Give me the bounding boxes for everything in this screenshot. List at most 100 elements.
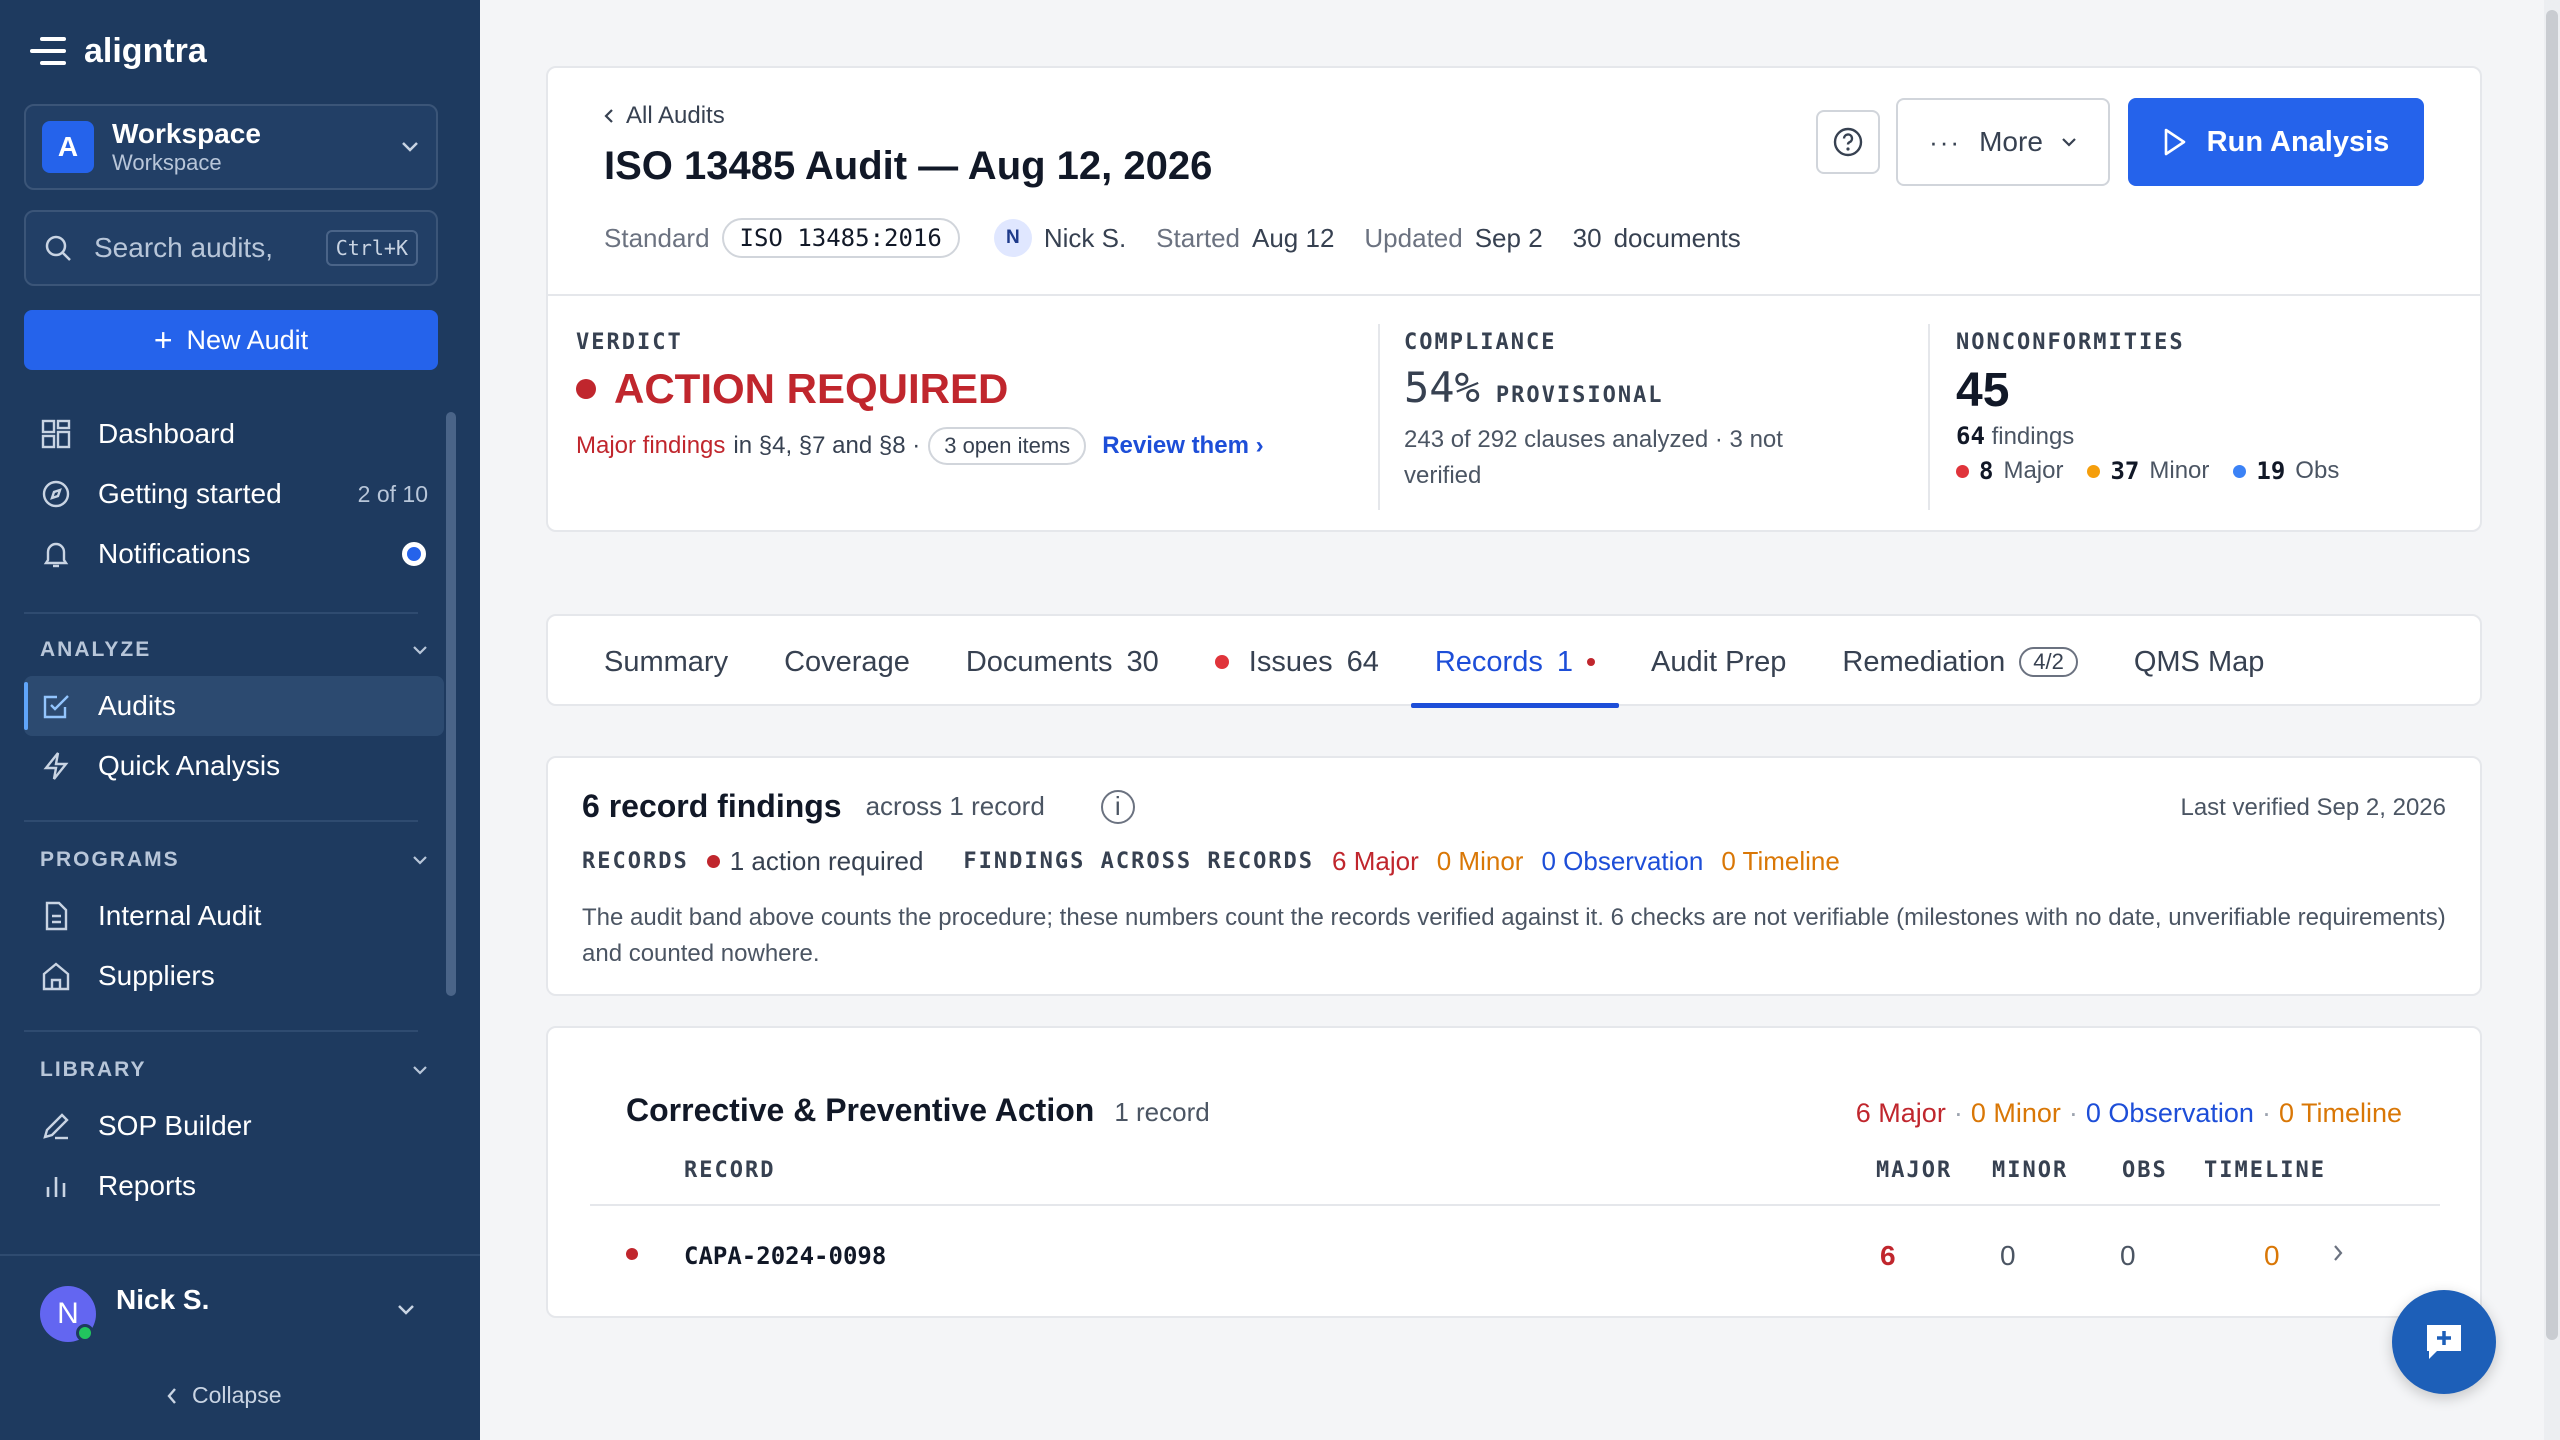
programs-section: PROGRAMS Internal Audit Suppliers bbox=[24, 840, 444, 1006]
programs-section-header[interactable]: PROGRAMS bbox=[24, 840, 444, 880]
nav-item-sop-builder[interactable]: SOP Builder bbox=[24, 1096, 444, 1156]
run-analysis-label: Run Analysis bbox=[2206, 125, 2390, 158]
analyze-section: ANALYZE Audits Quick Analysis bbox=[24, 630, 444, 796]
review-them-link[interactable]: Review them › bbox=[1102, 432, 1263, 460]
library-section-title: LIBRARY bbox=[40, 1058, 147, 1081]
online-status-dot bbox=[76, 1324, 94, 1342]
nav-label-dashboard: Dashboard bbox=[98, 418, 235, 449]
nav-label-reports: Reports bbox=[98, 1170, 197, 1201]
grid-icon bbox=[40, 418, 72, 450]
document-icon bbox=[40, 900, 72, 932]
owner-name: Nick S. bbox=[1043, 222, 1127, 253]
user-name: Nick S. bbox=[116, 1284, 210, 1315]
sidebar-scrollbar[interactable] bbox=[446, 412, 456, 996]
nav-label-notifications: Notifications bbox=[98, 538, 251, 569]
tab-count: 64 bbox=[1346, 645, 1379, 678]
tab-remediation[interactable]: Remediation 4/2 bbox=[1842, 616, 2078, 708]
search-placeholder: Search audits, bbox=[94, 232, 273, 263]
capa-timeline: 0 Timeline bbox=[2278, 1098, 2402, 1128]
tab-audit-prep[interactable]: Audit Prep bbox=[1651, 616, 1786, 708]
analyze-section-header[interactable]: ANALYZE bbox=[24, 630, 444, 670]
open-items-badge[interactable]: 3 open items bbox=[928, 427, 1087, 465]
findings-across-records-tag: FINDINGS ACROSS RECORDS bbox=[963, 849, 1315, 874]
tab-issues[interactable]: Issues 64 bbox=[1214, 616, 1379, 708]
verdict-sections: in §4, §7 and §8 · bbox=[733, 432, 921, 459]
nav-label-getting-started: Getting started bbox=[98, 478, 282, 509]
compliance-value: 54% bbox=[1404, 363, 1480, 412]
table-row[interactable]: CAPA-2024-0098 6 0 0 0 bbox=[590, 1206, 2440, 1302]
chevron-right-icon[interactable] bbox=[2332, 1244, 2344, 1262]
capa-minor: 0 Minor bbox=[1970, 1098, 2061, 1128]
bar-chart-icon bbox=[40, 1170, 72, 1202]
nav-label-quick-analysis: Quick Analysis bbox=[98, 750, 281, 781]
tab-summary[interactable]: Summary bbox=[604, 616, 728, 708]
tab-coverage[interactable]: Coverage bbox=[784, 616, 910, 708]
tab-qms-map[interactable]: QMS Map bbox=[2134, 616, 2265, 708]
search-icon bbox=[45, 235, 71, 261]
checkbox-edit-icon bbox=[40, 690, 72, 722]
nav-item-reports[interactable]: Reports bbox=[24, 1156, 444, 1216]
search-input[interactable]: Search audits, Ctrl+K bbox=[24, 210, 438, 286]
capa-title: Corrective & Preventive Action bbox=[626, 1092, 1095, 1128]
menu-lines-icon bbox=[30, 37, 66, 65]
collapse-label: Collapse bbox=[192, 1382, 282, 1408]
info-icon[interactable]: i bbox=[1100, 789, 1135, 824]
more-button[interactable]: ··· More bbox=[1896, 98, 2110, 186]
action-dot bbox=[706, 855, 720, 868]
nav-item-suppliers[interactable]: Suppliers bbox=[24, 946, 444, 1006]
nav-item-audits[interactable]: Audits bbox=[24, 676, 444, 736]
nav-item-dashboard[interactable]: Dashboard bbox=[24, 404, 444, 464]
nav-item-internal-audit[interactable]: Internal Audit bbox=[24, 886, 444, 946]
help-button[interactable] bbox=[1816, 110, 1880, 174]
nav-label-suppliers: Suppliers bbox=[98, 960, 215, 991]
breadcrumb[interactable]: All Audits bbox=[604, 102, 725, 130]
tab-records[interactable]: Records 1 bbox=[1410, 616, 1620, 708]
chevron-down-icon bbox=[413, 1066, 427, 1075]
verdict-panel: VERDICT ACTION REQUIRED Major findings i… bbox=[576, 330, 1264, 465]
sidebar-divider bbox=[24, 612, 418, 614]
tab-documents[interactable]: Documents 30 bbox=[966, 616, 1159, 708]
compliance-panel: COMPLIANCE 54% PROVISIONAL 243 of 292 cl… bbox=[1404, 330, 1864, 494]
major-label: Major bbox=[2003, 457, 2064, 484]
chat-button[interactable] bbox=[2392, 1290, 2496, 1394]
pen-icon bbox=[40, 1110, 72, 1142]
chevron-left-icon bbox=[167, 1387, 176, 1404]
library-section-header[interactable]: LIBRARY bbox=[24, 1050, 444, 1090]
timeline-findings-count: 0 Timeline bbox=[1721, 846, 1840, 876]
breadcrumb-all-audits[interactable]: All Audits bbox=[626, 102, 725, 130]
chevron-left-icon bbox=[604, 109, 613, 123]
observation-findings-count: 0 Observation bbox=[1541, 846, 1704, 876]
nav-item-notifications[interactable]: Notifications bbox=[24, 524, 444, 584]
collapse-sidebar-button[interactable]: Collapse bbox=[166, 1382, 282, 1409]
plus-icon: + bbox=[153, 322, 173, 358]
records-alert-dot bbox=[1587, 658, 1595, 666]
standard-badge: ISO 13485:2016 bbox=[721, 218, 960, 258]
nav-label-sop-builder: SOP Builder bbox=[98, 1110, 252, 1141]
workspace-title: Workspace bbox=[112, 118, 261, 149]
more-label: More bbox=[1979, 126, 2043, 157]
capa-major: 6 Major bbox=[1855, 1098, 1946, 1128]
capa-summary: 6 Major · 0 Minor · 0 Observation · 0 Ti… bbox=[1856, 1098, 2402, 1129]
user-menu[interactable]: N Nick S. Collapse bbox=[0, 1254, 480, 1440]
workspace-switcher[interactable]: A Workspace Workspace bbox=[24, 104, 438, 190]
major-findings-label: Major findings bbox=[576, 432, 726, 459]
new-audit-button[interactable]: + New Audit bbox=[24, 310, 438, 370]
run-analysis-button[interactable]: Run Analysis bbox=[2128, 98, 2424, 186]
sidebar: aligntra A Workspace Workspace Search au… bbox=[0, 0, 480, 1440]
verdict-label: VERDICT bbox=[576, 330, 683, 355]
column-header-major: MAJOR bbox=[1876, 1158, 1953, 1183]
sidebar-divider bbox=[24, 1030, 418, 1032]
obs-count: 19 bbox=[2256, 457, 2286, 485]
minor-findings-count: 0 Minor bbox=[1436, 846, 1524, 876]
stat-separator bbox=[1928, 324, 1930, 510]
record-id[interactable]: CAPA-2024-0098 bbox=[684, 1242, 886, 1270]
nav-item-getting-started[interactable]: Getting started 2 of 10 bbox=[24, 464, 444, 524]
record-findings-title: 6 record findings bbox=[582, 788, 842, 824]
page-scrollbar-thumb[interactable] bbox=[2546, 10, 2558, 1340]
minor-count: 37 bbox=[2110, 457, 2140, 485]
ellipsis-icon: ··· bbox=[1929, 126, 1962, 157]
nav-item-quick-analysis[interactable]: Quick Analysis bbox=[24, 736, 444, 796]
capa-observation: 0 Observation bbox=[2085, 1098, 2254, 1128]
getting-started-progress: 2 of 10 bbox=[357, 480, 428, 507]
brand[interactable]: aligntra bbox=[30, 30, 207, 72]
